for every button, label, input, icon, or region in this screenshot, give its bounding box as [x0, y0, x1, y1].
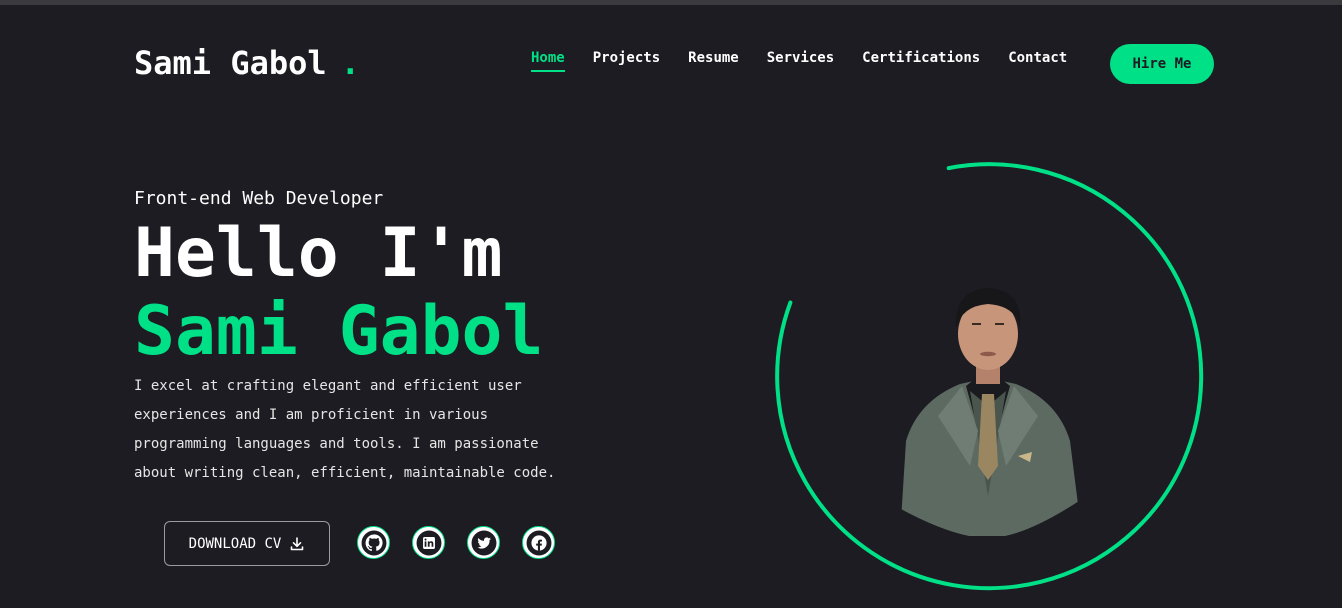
profile-photo: [900, 288, 1082, 536]
logo-text: Sami Gabol: [134, 44, 327, 82]
download-cv-button[interactable]: DOWNLOAD CV: [164, 521, 330, 566]
facebook-link[interactable]: [522, 526, 555, 559]
hero-greeting: Hello I'm: [134, 214, 503, 293]
download-cv-label: DOWNLOAD CV: [188, 535, 282, 552]
github-icon: [361, 530, 386, 555]
nav-services[interactable]: Services: [767, 50, 834, 72]
facebook-icon: [526, 530, 551, 555]
nav-projects[interactable]: Projects: [593, 50, 660, 72]
site-logo[interactable]: Sami Gabol.: [134, 44, 360, 82]
hero-name: Sami Gabol: [134, 292, 544, 371]
twitter-icon: [471, 530, 496, 555]
github-link[interactable]: [357, 526, 390, 559]
nav-contact[interactable]: Contact: [1008, 50, 1067, 72]
linkedin-link[interactable]: [412, 526, 445, 559]
download-icon: [291, 536, 304, 550]
hire-me-button[interactable]: Hire Me: [1110, 44, 1214, 84]
hero-description: I excel at crafting elegant and efficien…: [134, 378, 556, 481]
social-links: [357, 526, 555, 559]
nav-resume[interactable]: Resume: [688, 50, 739, 72]
nav-home[interactable]: Home: [531, 50, 565, 72]
browser-top-edge: [0, 0, 1342, 5]
hero-role: Front-end Web Developer: [134, 188, 384, 209]
nav-certifications[interactable]: Certifications: [862, 50, 980, 72]
main-nav: Home Projects Resume Services Certificat…: [531, 50, 1067, 72]
linkedin-icon: [416, 530, 441, 555]
logo-dot: .: [340, 44, 360, 82]
twitter-link[interactable]: [467, 526, 500, 559]
